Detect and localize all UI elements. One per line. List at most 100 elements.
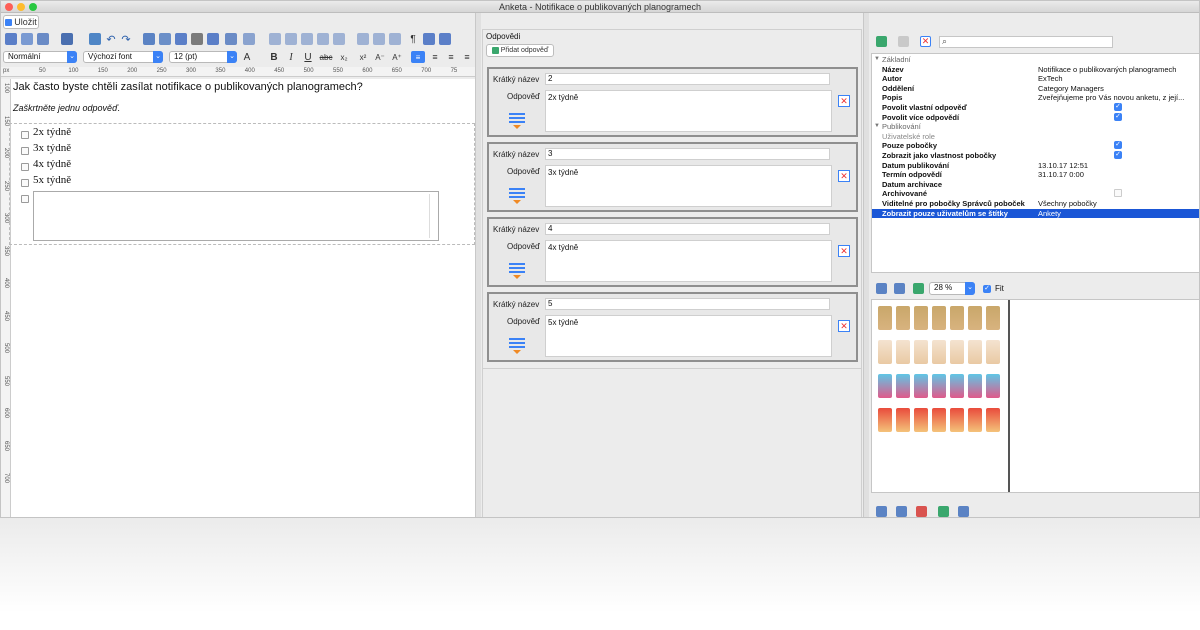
save-button[interactable]: Uložit (3, 15, 39, 29)
align-center-icon[interactable]: ≡ (429, 50, 441, 64)
align-right-icon[interactable]: ≡ (445, 50, 457, 64)
grid-icon[interactable] (225, 33, 237, 45)
property-checkbox[interactable]: ✓ (1114, 103, 1122, 111)
answer-text-input[interactable]: 5x týdně (545, 315, 832, 357)
paste-icon[interactable] (37, 33, 49, 45)
property-row[interactable]: Datum archivace (872, 180, 1199, 189)
collapse-arrow-icon[interactable]: ▼ (874, 55, 880, 64)
option-checkbox[interactable] (21, 179, 29, 187)
short-name-input[interactable]: 4 (545, 223, 830, 235)
short-name-input[interactable]: 5 (545, 298, 830, 310)
bold-icon[interactable]: B (268, 50, 280, 64)
delete-answer-icon[interactable]: ✕ (838, 170, 850, 182)
justify-icon[interactable]: ≡ (461, 50, 473, 64)
find-icon[interactable] (143, 33, 155, 45)
delete-answer-icon[interactable]: ✕ (838, 320, 850, 332)
edit-icon[interactable] (175, 33, 187, 45)
right-splitter[interactable] (863, 13, 869, 517)
crop-icon[interactable] (916, 506, 927, 517)
minimize-window-button[interactable] (17, 3, 25, 11)
undo-all-icon[interactable] (5, 33, 17, 45)
answer-text-input[interactable]: 3x týdně (545, 165, 832, 207)
italic-icon[interactable]: I (285, 50, 297, 64)
property-row-selected[interactable]: Zobrazit pouze uživatelům se štítky Anket… (872, 208, 1199, 218)
property-checkbox[interactable]: ✓ (1114, 151, 1122, 159)
font-smaller-icon[interactable]: A⁻ (374, 50, 386, 64)
add-answer-button[interactable]: Přidat odpověď (486, 44, 554, 57)
reorder-handle-icon[interactable] (509, 261, 525, 279)
property-row[interactable]: Povolit vlastní odpověď ✓ (872, 103, 1199, 112)
zoom-in-icon[interactable] (423, 33, 435, 45)
copy-icon[interactable] (898, 36, 909, 47)
col-left-icon[interactable] (301, 33, 313, 45)
option-checkbox[interactable] (21, 163, 29, 171)
split-icon[interactable] (373, 33, 385, 45)
property-row[interactable]: Popis Zveřejňujeme pro Vás novou anketu, … (872, 93, 1199, 102)
delete-answer-icon[interactable]: ✕ (838, 95, 850, 107)
property-row[interactable]: Povolit více odpovědí ✓ (872, 112, 1199, 122)
short-name-input[interactable]: 3 (545, 148, 830, 160)
undo-icon[interactable]: ↶ (105, 32, 117, 46)
property-row[interactable]: Viditelné pro pobočky Správců poboček Vše… (872, 199, 1199, 208)
zoom-window-button[interactable] (29, 3, 37, 11)
property-row[interactable]: Autor ExTech (872, 74, 1199, 83)
subscript-icon[interactable]: x₂ (338, 50, 350, 64)
property-row[interactable]: Zobrazit jako vlastnost pobočky ✓ (872, 151, 1199, 160)
property-row[interactable]: Termín odpovědí 31.10.17 0:00 (872, 170, 1199, 179)
font-larger-icon[interactable]: A⁺ (391, 50, 403, 64)
reorder-handle-icon[interactable] (509, 111, 525, 129)
brush-icon[interactable] (191, 33, 203, 45)
edit-planogram-icon[interactable] (876, 506, 887, 517)
close-window-button[interactable] (5, 3, 13, 11)
export-icon[interactable] (938, 506, 949, 517)
option-checkbox[interactable] (21, 131, 29, 139)
answer-text-input[interactable]: 2x týdně (545, 90, 832, 132)
property-row[interactable]: Název Notifikace o publikovaných planogra… (872, 65, 1199, 74)
text-color-icon[interactable]: A (241, 50, 253, 64)
delete-icon[interactable]: ✕ (920, 36, 931, 47)
collapse-arrow-icon[interactable]: ▼ (874, 122, 880, 131)
option-checkbox[interactable] (21, 147, 29, 155)
property-row-roles[interactable]: Uživatelské role (872, 132, 1199, 141)
merge-icon[interactable] (357, 33, 369, 45)
table-icon[interactable] (61, 33, 73, 45)
superscript-icon[interactable]: x² (357, 50, 369, 64)
font-select[interactable]: Výchozí font ⌄ (83, 51, 163, 63)
align-left-icon[interactable]: ≡ (411, 51, 425, 63)
zoom-out-icon[interactable] (894, 283, 905, 294)
table-insert-icon[interactable] (243, 33, 255, 45)
redo-icon[interactable]: ↷ (120, 32, 132, 46)
property-row[interactable]: Pouze pobočky ✓ (872, 141, 1199, 150)
left-splitter[interactable] (475, 13, 481, 517)
size-select[interactable]: 12 (pt) ⌄ (169, 51, 237, 63)
custom-answer-textarea[interactable] (33, 191, 439, 241)
style-select[interactable]: Normální ⌄ (3, 51, 77, 63)
strikethrough-icon[interactable]: abc (319, 50, 333, 64)
property-checkbox[interactable]: ✓ (1114, 141, 1122, 150)
col-right-icon[interactable] (317, 33, 329, 45)
property-checkbox[interactable]: ✓ (1114, 112, 1122, 121)
paragraph-icon[interactable]: ¶ (407, 32, 419, 46)
fit-screen-icon[interactable] (913, 283, 924, 294)
property-row[interactable]: Archivované (872, 189, 1199, 198)
image-icon[interactable] (89, 33, 101, 45)
rotate-icon[interactable] (896, 506, 907, 517)
zoom-select[interactable]: 28 % ⌄ (929, 282, 975, 295)
replace-icon[interactable] (159, 33, 171, 45)
property-row[interactable]: Oddělení Category Managers (872, 84, 1199, 93)
section-header-basic[interactable]: Základní ▼ (872, 55, 1199, 64)
delete-row-icon[interactable] (333, 33, 345, 45)
answer-text-input[interactable]: 4x týdně (545, 240, 832, 282)
reorder-handle-icon[interactable] (509, 186, 525, 204)
fit-checkbox[interactable]: ✓ (983, 285, 991, 293)
zoom-out-icon[interactable] (439, 33, 451, 45)
zoom-in-icon[interactable] (876, 283, 887, 294)
delete-answer-icon[interactable]: ✕ (838, 245, 850, 257)
print-icon[interactable] (958, 506, 969, 517)
reorder-handle-icon[interactable] (509, 336, 525, 354)
underline-icon[interactable]: U (302, 50, 314, 64)
property-row[interactable]: Datum publikování 13.10.17 12:51 (872, 161, 1199, 170)
row-below-icon[interactable] (285, 33, 297, 45)
border-icon[interactable] (389, 33, 401, 45)
refresh-icon[interactable] (876, 36, 887, 47)
